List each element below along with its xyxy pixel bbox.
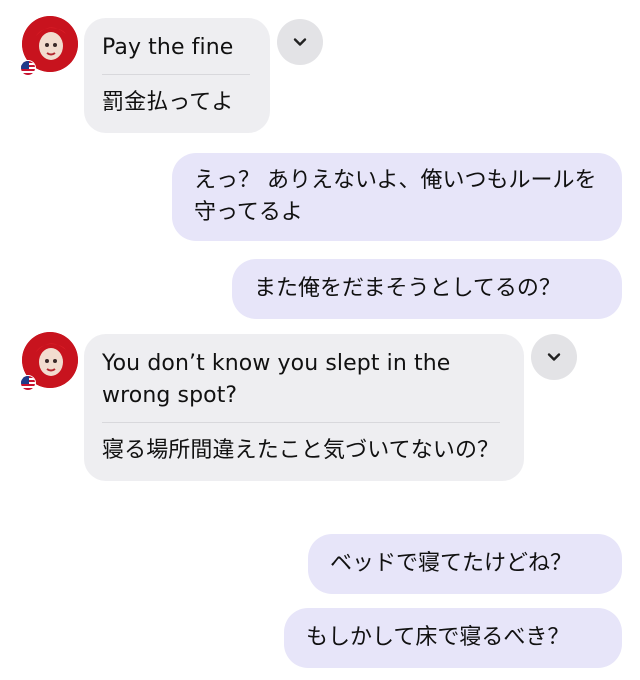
outgoing-message[interactable]: また俺をだまそうとしてるの？ [232,259,622,319]
outgoing-message[interactable]: えっ？ ありえないよ、俺いつもルールを守ってるよ [172,153,622,241]
original-text: You don’t know you slept in the wrong sp… [102,351,451,408]
chevron-down-icon [293,38,307,46]
translated-text: 罰金払ってよ [102,90,234,115]
us-flag-icon [20,375,36,391]
expand-button[interactable] [277,19,323,65]
translation-divider [102,422,500,423]
us-flag-icon [20,60,36,76]
translated-text: 寝る場所間違えたこと気づいてないの？ [102,438,500,463]
outgoing-message[interactable]: ベッドで寝てたけどね？ [308,534,622,594]
expand-button[interactable] [531,334,577,380]
chevron-down-icon [547,353,561,361]
translation-divider [102,74,250,75]
original-text: Pay the fine [102,35,234,60]
incoming-message[interactable]: You don’t know you slept in the wrong sp… [84,334,524,481]
incoming-message[interactable]: Pay the fine 罰金払ってよ [84,18,270,133]
outgoing-message[interactable]: もしかして床で寝るべき？ [284,608,622,668]
